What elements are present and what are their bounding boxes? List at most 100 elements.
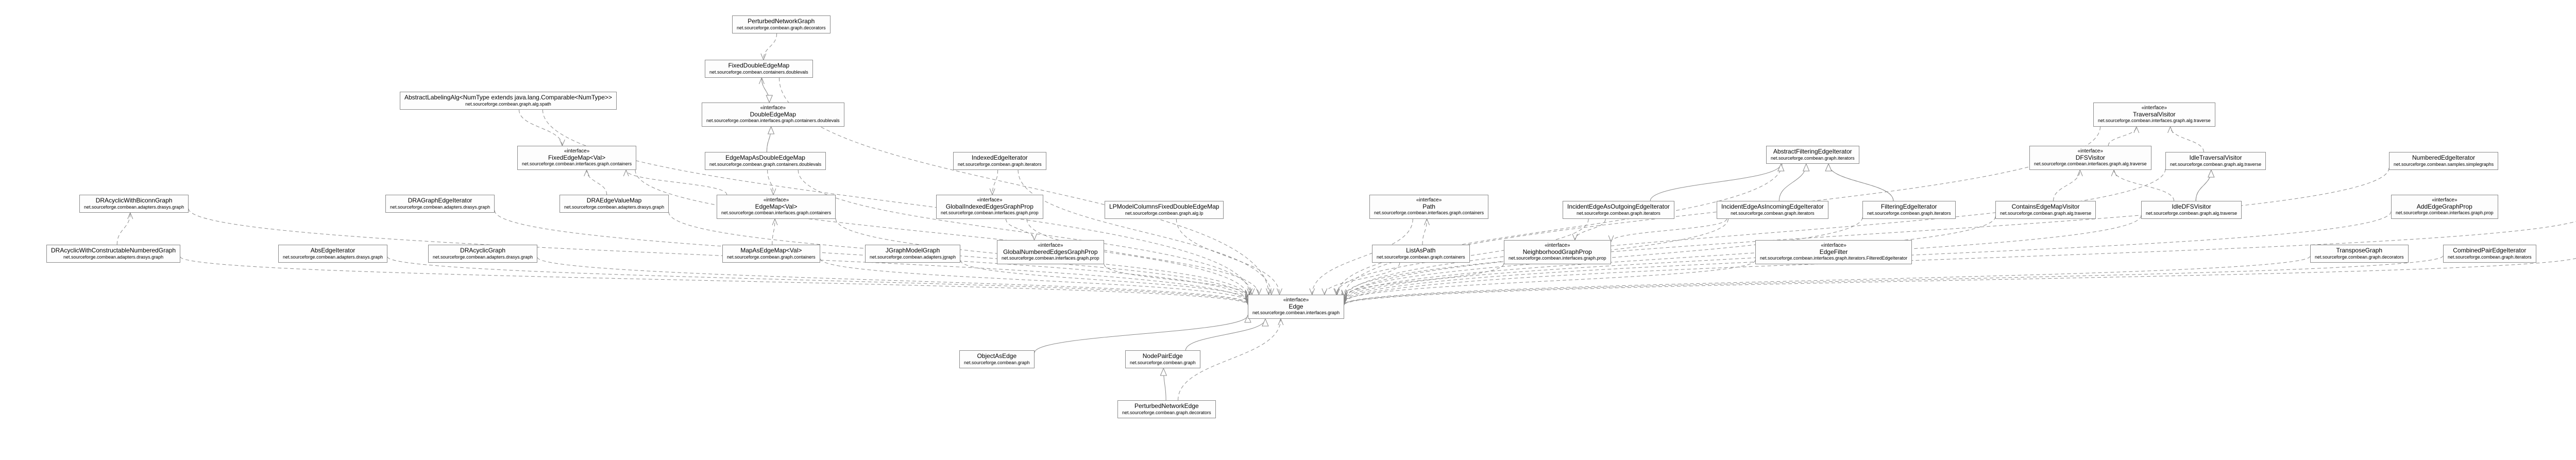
node-absEdgeIter[interactable]: AbsEdgeIteratornet.sourceforge.combean.a… [278, 245, 387, 263]
node-combinedPair[interactable]: CombinedPairEdgeIteratornet.sourceforge.… [2443, 245, 2536, 263]
node-mapAsEdgeMap[interactable]: MapAsEdgeMap<Val>net.sourceforge.combean… [722, 245, 820, 263]
class-name: TransposeGraph [2315, 247, 2404, 254]
stereotype: «interface» [522, 148, 632, 155]
package-name: net.sourceforge.combean.graph [1130, 360, 1196, 365]
package-name: net.sourceforge.combean.graph [964, 360, 1030, 365]
node-incidentIncoming[interactable]: IncidentEdgeAsIncomingEdgeIteratornet.so… [1717, 201, 1828, 219]
node-idleTraversal[interactable]: IdleTraversalVisitornet.sourceforge.comb… [2165, 152, 2266, 170]
package-name: net.sourceforge.combean.interfaces.graph… [2034, 161, 2147, 166]
class-name: EdgeFilter [1760, 249, 1907, 256]
node-perturbedGraph[interactable]: PerturbedNetworkGraphnet.sourceforge.com… [732, 15, 831, 33]
node-graphTraversal[interactable]: DRAEdgeValueMapnet.sourceforge.combean.a… [560, 195, 669, 213]
node-dfsAcyExt[interactable]: DRAcyclicWithBiconnGraphnet.sourceforge.… [79, 195, 189, 213]
gen-objectAsEdge-to-edge [1035, 315, 1248, 353]
class-name: Edge [1252, 303, 1340, 311]
package-name: net.sourceforge.combean.interfaces.graph… [706, 118, 840, 123]
gen-incidentIncoming-to-abstractFiltering [1779, 164, 1806, 201]
class-name: AbsEdgeIterator [283, 247, 383, 254]
class-name: ContainsEdgeMapVisitor [2000, 203, 2091, 211]
dep-listAsPath-to-edge [1325, 263, 1400, 295]
node-abstractLabeling[interactable]: AbstractLabelingAlg<NumType extends java… [400, 92, 617, 110]
package-name: net.sourceforge.combean.graph.containers [1377, 254, 1465, 260]
dep-listAsPath-to-path [1422, 219, 1427, 245]
node-idleDFS[interactable]: IdleDFSVisitornet.sourceforge.combean.gr… [2141, 201, 2242, 219]
stereotype: «interface» [1374, 197, 1484, 203]
node-nodePairEdge[interactable]: NodePairEdgenet.sourceforge.combean.grap… [1125, 350, 1200, 368]
dep-globalNumbered-to-edge [1104, 264, 1248, 296]
class-name: AbstractLabelingAlg<NumType extends java… [404, 94, 612, 101]
gen-fixedDoubleMap-to-doubleEdgeMap [761, 78, 769, 103]
package-name: net.sourceforge.combean.adapters.drasys.… [390, 205, 490, 210]
package-name: net.sourceforge.combean.interfaces.graph… [721, 210, 831, 215]
node-dfsAcyGraph[interactable]: DRAcyclicGraphnet.sourceforge.combean.ad… [428, 245, 537, 263]
node-abstractFiltering[interactable]: AbstractFilteringEdgeIteratornet.sourcef… [1766, 146, 1859, 164]
dep-doubleEdgeMap-to-fixedDoubleMap [761, 78, 769, 103]
package-name: net.sourceforge.combean.graph.decorators [2315, 254, 2404, 260]
class-name: FixedDoubleEdgeMap [709, 62, 808, 70]
package-name: net.sourceforge.combean.adapters.drasys.… [51, 254, 176, 260]
node-perturbedEdge[interactable]: PerturbedNetworkEdgenet.sourceforge.comb… [1117, 400, 1216, 418]
package-name: net.sourceforge.combean.adapters.drasys.… [433, 254, 533, 260]
dep-mapAsEdgeMap-to-edge [820, 259, 1248, 302]
package-name: net.sourceforge.combean.interfaces.graph… [1002, 255, 1099, 261]
package-name: net.sourceforge.combean.adapters.drasys.… [564, 205, 664, 210]
node-containsMap[interactable]: ContainsEdgeMapVisitornet.sourceforge.co… [1995, 201, 2096, 219]
package-name: net.sourceforge.combean.adapters.drasys.… [84, 205, 184, 210]
dep-lpModelCol-to-edge [1176, 219, 1279, 295]
class-name: Path [1374, 203, 1484, 211]
package-name: net.sourceforge.combean.graph.decorators [737, 25, 826, 30]
node-incidentOut[interactable]: IncidentEdgeAsOutgoingEdgeIteratornet.so… [1563, 201, 1674, 219]
package-name: net.sourceforge.combean.graph.iterators [958, 162, 1042, 167]
node-edgeFilter[interactable]: «interface»EdgeFilternet.sourceforge.com… [1755, 240, 1912, 264]
node-objectAsEdge[interactable]: ObjectAsEdgenet.sourceforge.combean.grap… [959, 350, 1035, 368]
gen-nodePairEdge-to-edge [1185, 319, 1265, 350]
package-name: net.sourceforge.combean.adapters.drasys.… [283, 254, 383, 260]
dep-fixedEdgeMap-to-edge [635, 170, 1248, 297]
node-addEdgeProp[interactable]: «interface»AddEdgeGraphPropnet.sourcefor… [2391, 195, 2498, 219]
node-edge[interactable]: «interface»Edgenet.sourceforge.combean.i… [1248, 295, 1344, 319]
dep-abstractFiltering-to-edge [1337, 164, 1782, 295]
package-name: net.sourceforge.combean.samples.simplegr… [2394, 162, 2494, 167]
node-fixedDoubleMap[interactable]: FixedDoubleEdgeMapnet.sourceforge.combea… [705, 60, 813, 78]
node-indexedEdgeIter[interactable]: IndexedEdgeIteratornet.sourceforge.combe… [953, 152, 1046, 170]
node-dfsVisitor[interactable]: «interface»DFSVisitornet.sourceforge.com… [2029, 146, 2151, 170]
node-edgeMapVal[interactable]: «interface»EdgeMap<Val>net.sourceforge.c… [717, 195, 836, 219]
package-name: net.sourceforge.combean.interfaces.graph… [522, 161, 632, 166]
stereotype: «interface» [2034, 148, 2147, 155]
dep-edgeMapVal-to-fixedEdgeMap [626, 170, 727, 195]
node-path[interactable]: «interface»Pathnet.sourceforge.combean.i… [1369, 195, 1488, 219]
class-name: GlobalNumberedEdgesGraphProp [1002, 249, 1099, 256]
dep-absEdgeIter-to-edge [387, 257, 1248, 304]
dep-idleTraversal-to-traversalVisitor [2171, 127, 2204, 152]
node-globalNumbered[interactable]: «interface»GlobalNumberedEdgesGraphPropn… [997, 240, 1104, 264]
class-name: IdleDFSVisitor [2146, 203, 2237, 211]
class-name: DRAcyclicGraph [433, 247, 533, 254]
class-name: LPModelColumnsFixedDoubleEdgeMap [1109, 203, 1219, 211]
node-globalIndexed[interactable]: «interface»GlobalIndexedEdgesGraphPropne… [936, 195, 1043, 219]
node-edgeMapDouble[interactable]: EdgeMapAsDoubleEdgeMapnet.sourceforge.co… [705, 152, 826, 170]
class-name: EdgeMap<Val> [721, 203, 831, 211]
package-name: net.sourceforge.combean.graph.iterators [2448, 254, 2532, 260]
node-fixedEdgeMap[interactable]: «interface»FixedEdgeMap<Val>net.sourcefo… [517, 146, 636, 170]
node-traversalVisitor[interactable]: «interface»TraversalVisitornet.sourcefor… [2093, 103, 2215, 127]
class-name: FilteringEdgeIterator [1867, 203, 1951, 211]
node-neighborhood[interactable]: «interface»NeighborhoodGraphPropnet.sour… [1504, 240, 1611, 264]
dep-edgeFilter-to-edge [1344, 260, 1755, 302]
node-filteringEdge[interactable]: FilteringEdgeIteratornet.sourceforge.com… [1862, 201, 1956, 219]
node-numberedEdgeIter[interactable]: NumberedEdgeIteratornet.sourceforge.comb… [2389, 152, 2498, 170]
package-name: net.sourceforge.combean.graph.iterators [1721, 211, 1824, 216]
dep-idleDFS-to-idleTraversal [2196, 170, 2211, 201]
package-name: net.sourceforge.combean.graph.alg.traver… [2170, 162, 2261, 167]
node-transposeGraph[interactable]: TransposeGraphnet.sourceforge.combean.gr… [2310, 245, 2409, 263]
node-dfsAcyConstruct[interactable]: DRAcyclicWithConstructableNumberedGraphn… [46, 245, 180, 263]
node-dfsComposite[interactable]: DRAGraphEdgeIteratornet.sourceforge.comb… [385, 195, 495, 213]
node-listAsPath[interactable]: ListAsPathnet.sourceforge.combean.graph.… [1372, 245, 1470, 263]
package-name: net.sourceforge.combean.graph.containers… [709, 162, 821, 167]
class-name: NeighborhoodGraphProp [1509, 249, 1606, 256]
node-jgraphtGraph[interactable]: JGraphModelGraphnet.sourceforge.combean.… [865, 245, 960, 263]
stereotype: «interface» [941, 197, 1039, 203]
node-lpModelCol[interactable]: LPModelColumnsFixedDoubleEdgeMapnet.sour… [1105, 201, 1224, 219]
class-name: AbstractFilteringEdgeIterator [1771, 148, 1855, 156]
node-doubleEdgeMap[interactable]: «interface»DoubleEdgeMapnet.sourceforge.… [702, 103, 844, 127]
stereotype: «interface» [2396, 197, 2494, 203]
